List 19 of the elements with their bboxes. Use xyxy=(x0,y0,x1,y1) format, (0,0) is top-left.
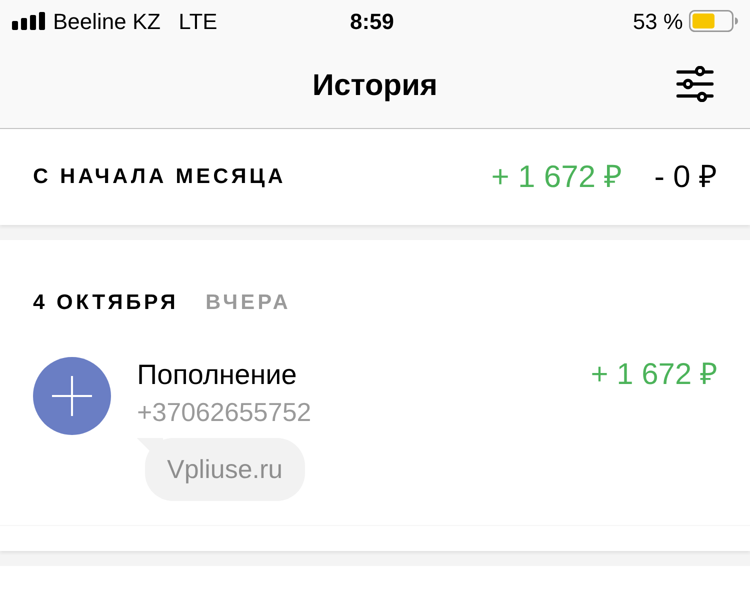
carrier-name: Beeline KZ xyxy=(53,8,161,36)
comment-bubble: Vpliuse.ru xyxy=(137,438,305,500)
transaction-amount: + 1 672 ₽ xyxy=(590,356,717,392)
battery-percent: 53 % xyxy=(632,8,683,36)
transaction-title: Пополнение xyxy=(137,358,297,392)
clock-time: 8:59 xyxy=(350,8,394,36)
filter-sliders-icon xyxy=(676,66,714,102)
day-relative: ВЧЕРА xyxy=(206,290,291,316)
summary-label: С НАЧАЛА МЕСЯЦА xyxy=(33,164,286,190)
income-total: + 1 672 ₽ xyxy=(491,158,622,196)
filter-button[interactable] xyxy=(676,66,714,102)
transaction-phone: +37062655752 xyxy=(137,396,312,428)
network-type: LTE xyxy=(178,8,218,36)
signal-icon xyxy=(12,12,46,30)
transaction-row[interactable]: Пополнение +37062655752 Vpliuse.ru + 1 672 ₽ xyxy=(0,318,750,526)
battery-icon xyxy=(689,10,738,32)
screen-title: История xyxy=(312,68,438,104)
day-date: 4 ОКТЯБРЯ xyxy=(33,290,179,316)
expense-total: - 0 ₽ xyxy=(654,158,717,196)
